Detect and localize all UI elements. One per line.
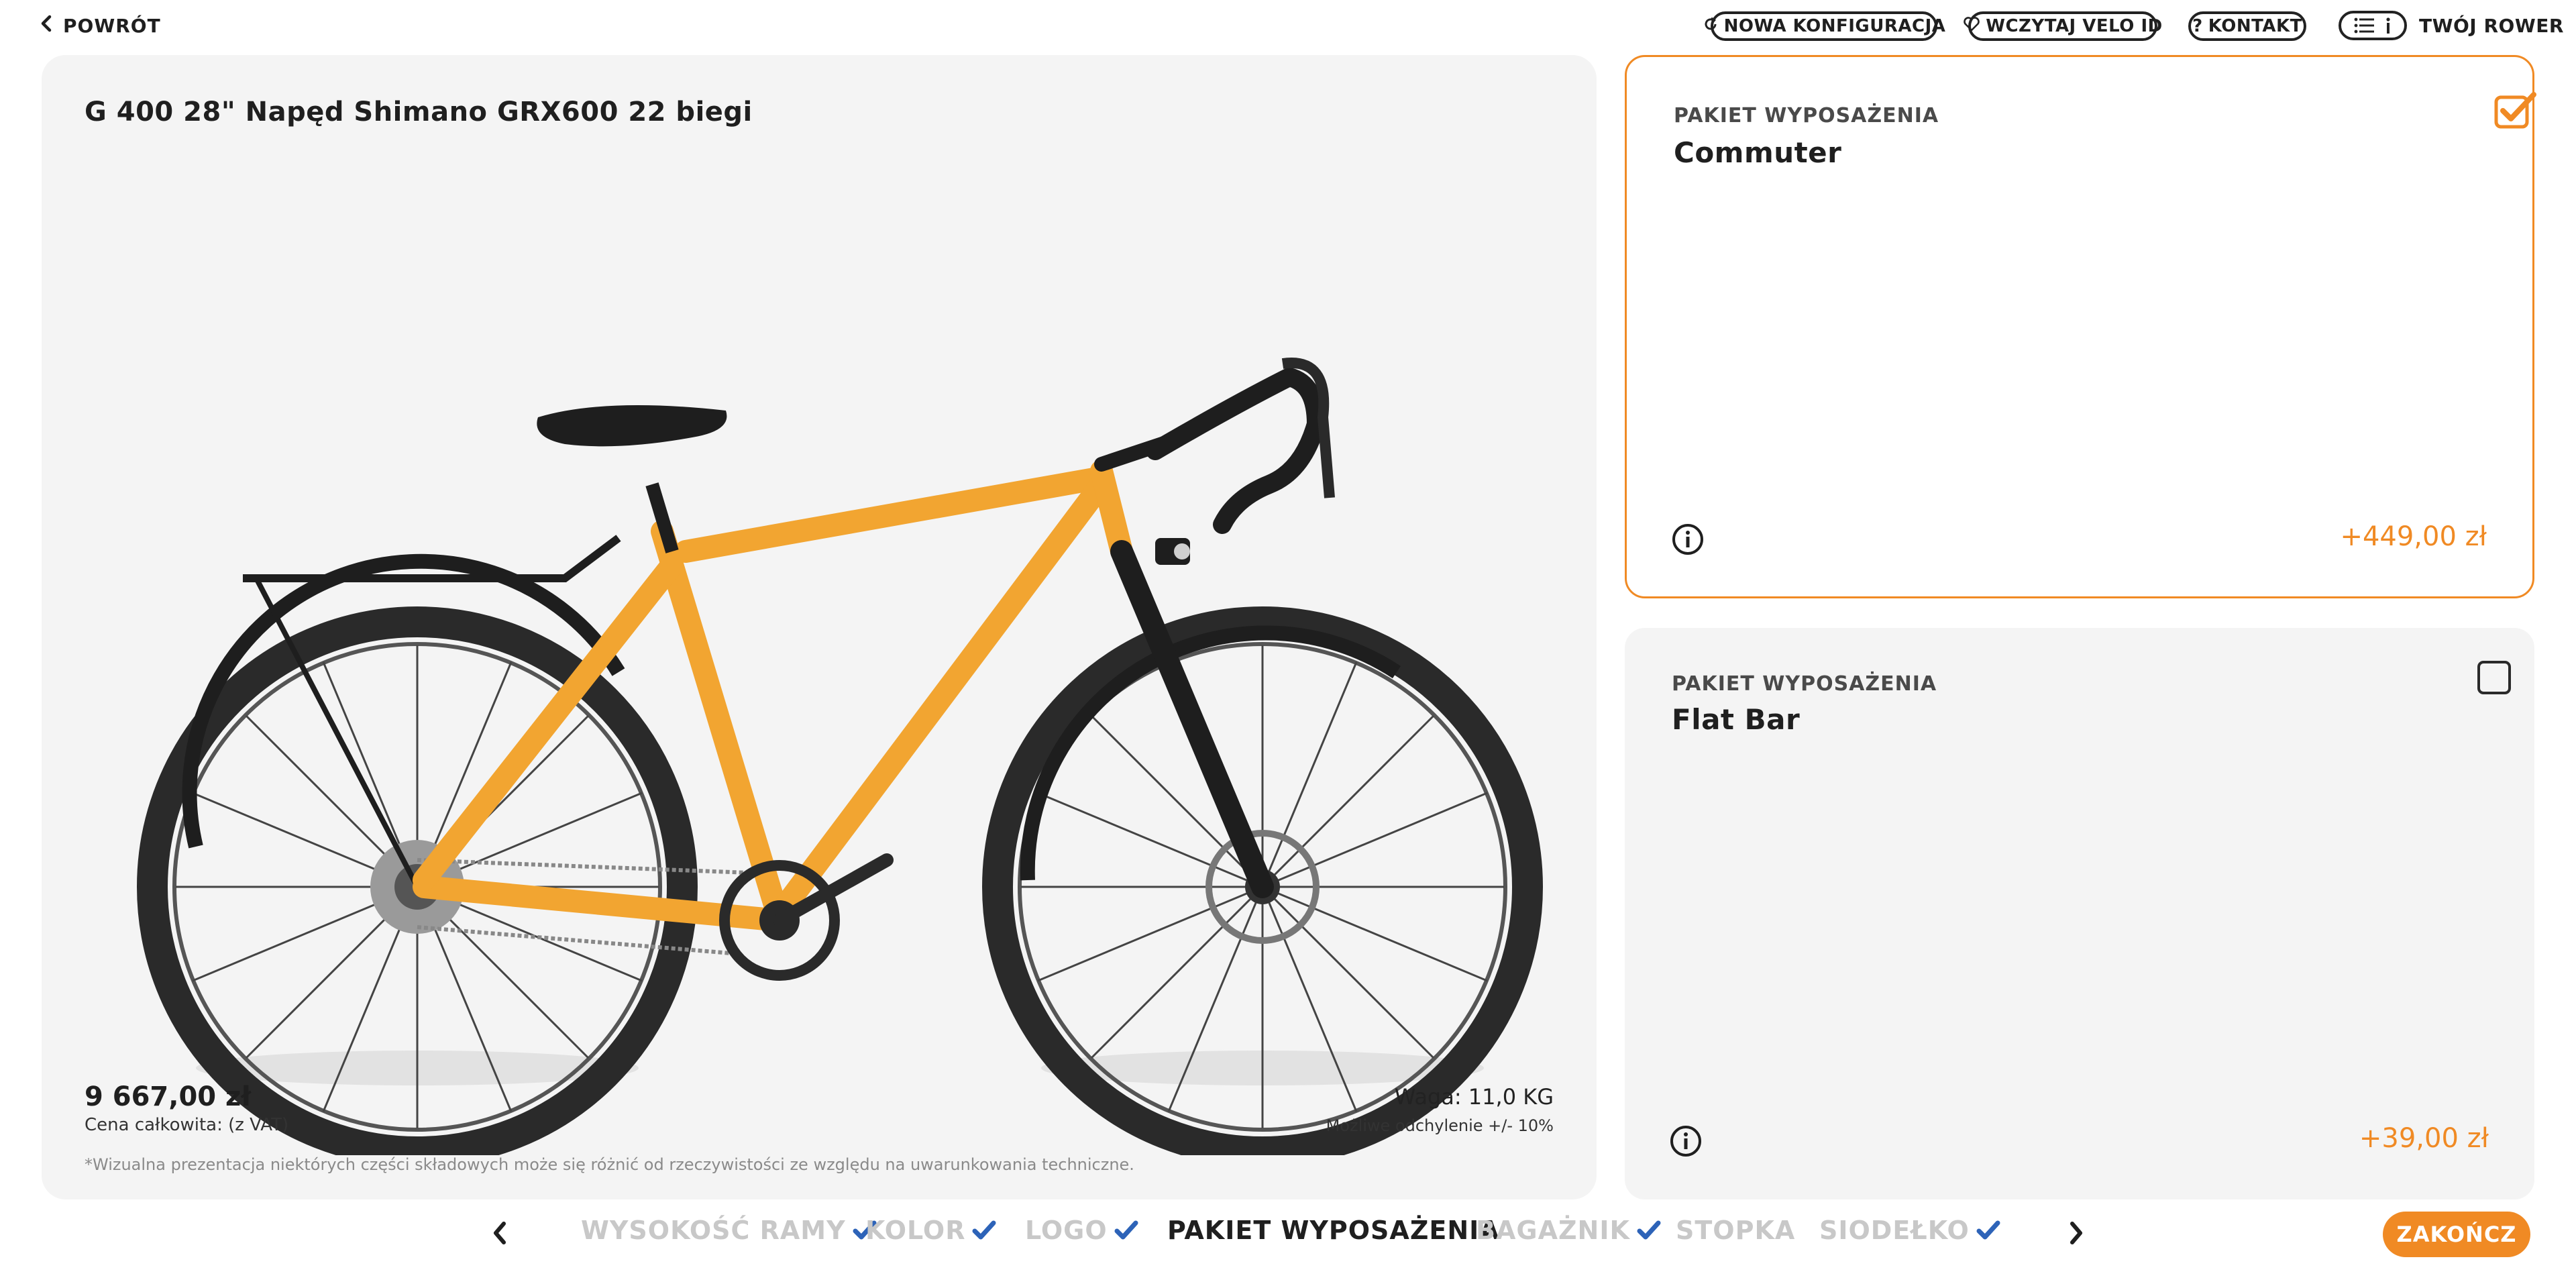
disclaimer: *Wizualna prezentacja niektórych części …	[85, 1155, 1134, 1174]
step-saddle[interactable]: SIODEŁKO	[1819, 1216, 2000, 1245]
your-bike-button[interactable]: TWÓJ ROWER	[2339, 11, 2564, 40]
new-configuration-label: NOWA KONFIGURACJA	[1723, 16, 1946, 36]
option-name: Flat Bar	[1672, 703, 1801, 736]
step-label: BAGAŻNIK	[1476, 1216, 1630, 1245]
bike-title: G 400 28" Napęd Shimano GRX600 22 biegi	[85, 97, 753, 127]
load-velo-id-label: WCZYTAJ VELO ID	[1986, 16, 2163, 36]
question-icon: ?	[2192, 16, 2203, 36]
option-price: +39,00 zł	[2359, 1123, 2489, 1154]
option-price: +449,00 zł	[2340, 521, 2487, 552]
refresh-icon	[1703, 16, 1719, 37]
list-icon	[2339, 11, 2407, 40]
load-velo-id-button[interactable]: WCZYTAJ VELO ID	[1964, 11, 2162, 41]
finish-button[interactable]: ZAKOŃCZ	[2383, 1212, 2530, 1257]
chevron-left-icon	[40, 15, 52, 37]
weight-deviation: Możliwe odchylenie +/- 10%	[1326, 1116, 1554, 1135]
checkmark-icon	[1114, 1220, 1138, 1240]
step-rack[interactable]: BAGAŻNIK	[1476, 1216, 1661, 1245]
checkmark-icon	[972, 1220, 996, 1240]
bike-preview-panel: G 400 28" Napęd Shimano GRX600 22 biegi	[42, 55, 1597, 1199]
new-configuration-button[interactable]: NOWA KONFIGURACJA	[1705, 11, 1945, 41]
bike-image	[137, 358, 1543, 1155]
option-category: PAKIET WYPOSAŻENIA	[1674, 104, 1939, 127]
step-label: PAKIET WYPOSAŻENIA	[1167, 1216, 1500, 1245]
checkbox-checked-icon[interactable]	[2493, 91, 2538, 131]
step-kickstand[interactable]: STOPKA	[1676, 1216, 1795, 1245]
your-bike-label: TWÓJ ROWER	[2419, 14, 2564, 37]
total-price: 9 667,00 zł	[85, 1081, 252, 1112]
option-category: PAKIET WYPOSAŻENIA	[1672, 672, 1937, 696]
step-label: KOLOR	[865, 1216, 966, 1245]
option-name: Commuter	[1674, 136, 1842, 169]
back-link[interactable]: POWRÓT	[40, 15, 161, 37]
back-label: POWRÓT	[63, 15, 161, 37]
checkmark-icon	[1637, 1220, 1661, 1240]
step-label: SIODEŁKO	[1819, 1216, 1970, 1245]
info-icon[interactable]	[1671, 523, 1705, 556]
heart-icon	[1963, 16, 1980, 37]
step-equipment-package[interactable]: PAKIET WYPOSAŻENIA	[1167, 1216, 1500, 1245]
bike-weight: Waga: 11,0 KG	[1394, 1084, 1554, 1110]
checkmark-icon	[1976, 1220, 2000, 1240]
step-frame-height[interactable]: WYSOKOŚĆ RAMY	[581, 1216, 877, 1245]
contact-button[interactable]: ? KONTAKT	[2188, 11, 2306, 41]
info-icon[interactable]	[1669, 1124, 1703, 1158]
step-logo[interactable]: LOGO	[1025, 1216, 1138, 1245]
option-card-flat-bar[interactable]: PAKIET WYPOSAŻENIA Flat Bar +39,00 zł	[1625, 628, 2534, 1199]
price-note: Cena całkowita: (z VAT)	[85, 1115, 289, 1135]
option-card-commuter[interactable]: PAKIET WYPOSAŻENIA Commuter +449,00 zł	[1625, 55, 2536, 598]
step-label: STOPKA	[1676, 1216, 1796, 1245]
step-color[interactable]: KOLOR	[865, 1216, 996, 1245]
prev-step-arrow-icon[interactable]	[492, 1221, 507, 1245]
contact-label: KONTAKT	[2208, 16, 2302, 36]
next-step-arrow-icon[interactable]	[2069, 1221, 2084, 1245]
step-label: WYSOKOŚĆ RAMY	[581, 1216, 846, 1245]
checkbox-empty-icon[interactable]	[2477, 660, 2512, 695]
step-label: LOGO	[1025, 1216, 1108, 1245]
